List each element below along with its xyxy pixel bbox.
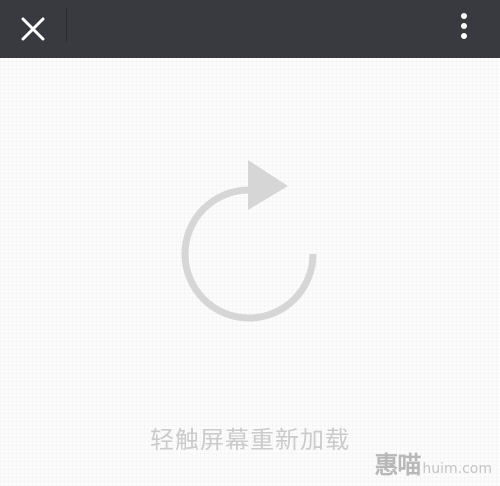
reload-area[interactable]: 轻触屏幕重新加载 惠喵 huim.com (0, 58, 500, 486)
title-bar (0, 0, 500, 58)
more-vertical-icon (461, 13, 467, 39)
reload-icon (181, 160, 317, 322)
title-divider (66, 8, 67, 42)
watermark: 惠喵 huim.com (374, 445, 492, 480)
more-menu-button[interactable] (444, 6, 484, 46)
close-icon (21, 17, 45, 41)
watermark-logo: 惠喵 (374, 451, 421, 479)
close-button[interactable] (10, 6, 56, 52)
watermark-url: huim.com (422, 461, 492, 477)
